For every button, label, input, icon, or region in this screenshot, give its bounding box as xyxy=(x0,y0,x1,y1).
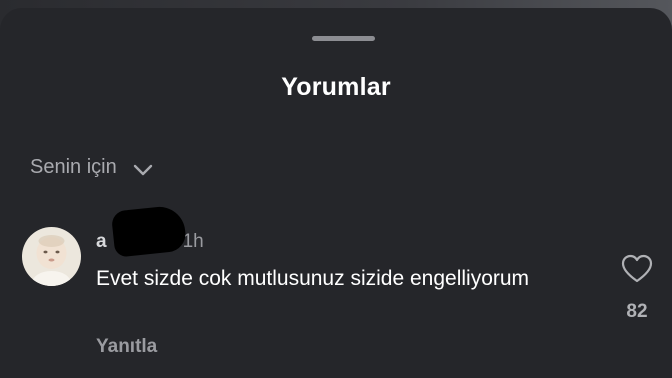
chevron-down-icon xyxy=(133,160,153,176)
comment-author[interactable]: a xyxy=(96,231,107,253)
avatar[interactable] xyxy=(22,227,81,286)
like-control[interactable]: 82 xyxy=(618,254,656,323)
comment-timestamp: 1h xyxy=(182,231,204,252)
sort-label: Senin için xyxy=(30,155,117,178)
comments-sheet: Yorumlar Senin için a 1h Evet sizde cok … xyxy=(0,8,672,378)
like-count: 82 xyxy=(626,301,648,322)
comment-text: Evet sizde cok mutlusunuz sizide engelli… xyxy=(96,267,530,290)
comment-header: a 1h xyxy=(96,204,204,258)
sheet-grabber-handle[interactable] xyxy=(312,36,375,41)
reply-button[interactable]: Yanıtla xyxy=(96,336,157,358)
heart-outline-icon[interactable] xyxy=(618,254,656,283)
sheet-title: Yorumlar xyxy=(281,73,391,101)
sort-dropdown[interactable]: Senin için xyxy=(30,154,153,180)
redaction-mark xyxy=(109,204,187,258)
